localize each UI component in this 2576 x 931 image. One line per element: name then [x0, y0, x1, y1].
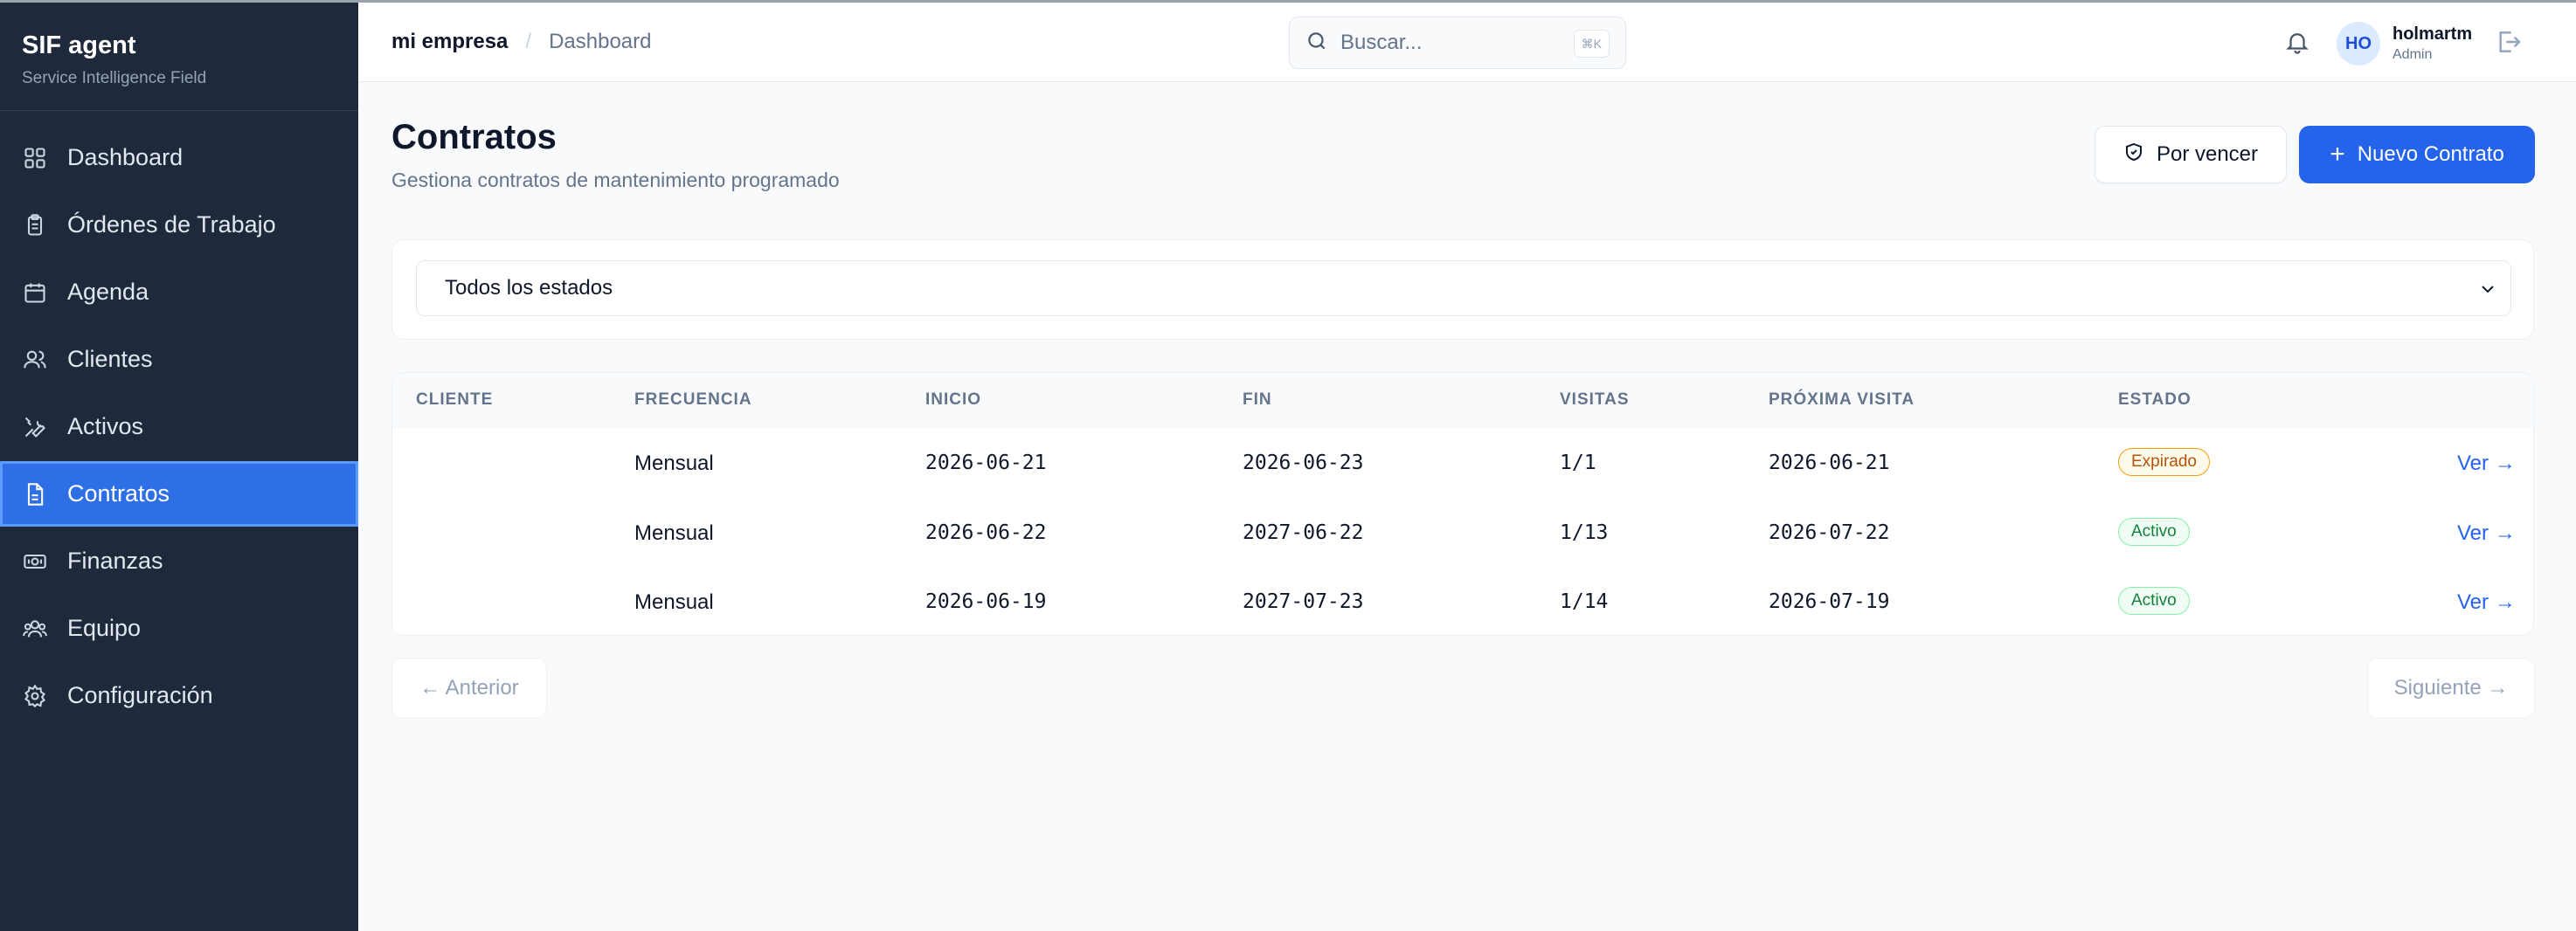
- cell-proxima-visita: 2026-07-19: [1769, 590, 1890, 613]
- cell-proxima-visita: 2026-06-21: [1769, 452, 1890, 474]
- banknote-icon: [23, 549, 47, 574]
- column-header-visitas: VISITAS: [1560, 390, 1630, 409]
- sidebar-item-equipo[interactable]: Equipo: [0, 596, 358, 661]
- logout-icon[interactable]: [2495, 28, 2523, 56]
- clipboard-icon: [23, 213, 47, 238]
- sidebar: SIF agent Service Intelligence Field Das…: [0, 3, 358, 931]
- column-header-estado: ESTADO: [2118, 390, 2192, 409]
- column-header-cliente: CLIENTE: [416, 390, 494, 409]
- top-header: mi empresa / Dashboard ⌘K HO holmartm Ad…: [358, 3, 2576, 82]
- view-link[interactable]: Ver →: [2457, 590, 2516, 615]
- bell-icon[interactable]: [2284, 28, 2310, 56]
- expiring-button-label: Por vencer: [2156, 142, 2259, 166]
- app-title: SIF agent: [22, 31, 136, 59]
- contracts-table: CLIENTE FRECUENCIA INICIO FIN VISITAS PR…: [391, 372, 2534, 636]
- calendar-icon: [23, 280, 47, 305]
- cell-frecuencia: Mensual: [634, 521, 714, 545]
- sidebar-item-label: Activos: [67, 413, 144, 439]
- cell-inicio: 2026-06-21: [925, 452, 1047, 474]
- column-header-frecuencia: FRECUENCIA: [634, 390, 752, 409]
- shield-icon: [2123, 141, 2157, 169]
- sidebar-item-label: Órdenes de Trabajo: [67, 211, 276, 238]
- plus-icon: +: [2330, 140, 2345, 169]
- sidebar-item-label: Contratos: [67, 480, 170, 507]
- cell-inicio: 2026-06-19: [925, 590, 1047, 613]
- table-header: CLIENTE FRECUENCIA INICIO FIN VISITAS PR…: [392, 373, 2533, 428]
- cell-fin: 2027-06-22: [1243, 521, 1364, 544]
- cell-visitas: 1/14: [1560, 590, 1609, 613]
- sidebar-item-dashboard[interactable]: Dashboard: [0, 125, 358, 190]
- status-badge: Activo: [2118, 518, 2190, 546]
- window-top-border: [0, 0, 2576, 3]
- column-header-inicio: INICIO: [925, 390, 982, 409]
- search-box[interactable]: ⌘K: [1289, 17, 1626, 69]
- next-page-button[interactable]: Siguiente →: [2367, 658, 2535, 719]
- cell-fin: 2026-06-23: [1243, 452, 1364, 474]
- sidebar-item-label: Finanzas: [67, 548, 163, 574]
- cell-frecuencia: Mensual: [634, 590, 714, 614]
- breadcrumb-root[interactable]: mi empresa: [391, 30, 508, 54]
- sidebar-item-label: Equipo: [67, 615, 142, 641]
- expiring-button[interactable]: Por vencer: [2095, 126, 2287, 183]
- cell-proxima-visita: 2026-07-22: [1769, 521, 1890, 544]
- sidebar-item-agenda[interactable]: Agenda: [0, 259, 358, 325]
- file-text-icon: [23, 482, 47, 507]
- search-shortcut: ⌘K: [1573, 30, 1610, 58]
- cell-frecuencia: Mensual: [634, 452, 714, 475]
- sidebar-nav: Dashboard Órdenes de Trabajo Agenda Clie…: [0, 125, 358, 730]
- sidebar-item-finanzas[interactable]: Finanzas: [0, 528, 358, 594]
- user-role: Admin: [2392, 47, 2433, 62]
- cell-visitas: 1/1: [1560, 452, 1596, 474]
- team-icon: [23, 617, 47, 641]
- table-row[interactable]: Mensual 2026-06-19 2027-07-23 1/14 2026-…: [392, 567, 2533, 635]
- cell-visitas: 1/13: [1560, 521, 1609, 544]
- status-badge: Activo: [2118, 587, 2190, 615]
- table-row[interactable]: Mensual 2026-06-21 2026-06-23 1/1 2026-0…: [392, 428, 2533, 498]
- search-icon: [1305, 30, 1328, 57]
- sidebar-item-ordenes[interactable]: Órdenes de Trabajo: [0, 192, 358, 258]
- breadcrumb-current: Dashboard: [549, 30, 652, 53]
- view-link[interactable]: Ver →: [2457, 452, 2516, 476]
- page-title: Contratos: [391, 118, 557, 156]
- sidebar-item-label: Configuración: [67, 682, 213, 708]
- new-contract-button[interactable]: + Nuevo Contrato: [2299, 126, 2535, 183]
- sidebar-item-activos[interactable]: Activos: [0, 394, 358, 459]
- view-link[interactable]: Ver →: [2457, 521, 2516, 546]
- sidebar-item-contratos[interactable]: Contratos: [0, 461, 358, 527]
- user-name: holmartm: [2392, 24, 2473, 44]
- wrench-icon: [23, 415, 47, 439]
- sidebar-divider: [0, 110, 358, 111]
- breadcrumb: mi empresa / Dashboard: [391, 30, 652, 54]
- prev-page-button[interactable]: ← Anterior: [391, 658, 547, 719]
- page-subtitle: Gestiona contratos de mantenimiento prog…: [391, 169, 840, 191]
- filter-card: Todos los estados: [391, 239, 2534, 340]
- sidebar-item-label: Agenda: [67, 279, 149, 305]
- gear-icon: [23, 683, 47, 708]
- sidebar-item-label: Clientes: [67, 346, 153, 372]
- cell-fin: 2027-07-23: [1243, 590, 1364, 613]
- app-subtitle: Service Intelligence Field: [22, 69, 207, 87]
- status-filter-value: Todos los estados: [445, 276, 613, 300]
- breadcrumb-separator: /: [525, 30, 532, 53]
- users-icon: [23, 348, 47, 372]
- status-badge: Expirado: [2118, 448, 2210, 476]
- status-filter-select[interactable]: Todos los estados: [416, 260, 2511, 316]
- column-header-fin: FIN: [1243, 390, 1272, 409]
- sidebar-item-clientes[interactable]: Clientes: [0, 327, 358, 392]
- brand: SIF agent Service Intelligence Field: [22, 31, 206, 88]
- cell-inicio: 2026-06-22: [925, 521, 1047, 544]
- new-contract-button-label: Nuevo Contrato: [2357, 142, 2504, 166]
- search-input[interactable]: [1340, 31, 1559, 55]
- table-row[interactable]: Mensual 2026-06-22 2027-06-22 1/13 2026-…: [392, 498, 2533, 568]
- grid-icon: [23, 146, 47, 170]
- avatar[interactable]: HO: [2337, 22, 2380, 66]
- sidebar-item-label: Dashboard: [67, 144, 184, 170]
- column-header-proxima-visita: PRÓXIMA VISITA: [1769, 390, 1915, 409]
- sidebar-item-configuracion[interactable]: Configuración: [0, 663, 358, 728]
